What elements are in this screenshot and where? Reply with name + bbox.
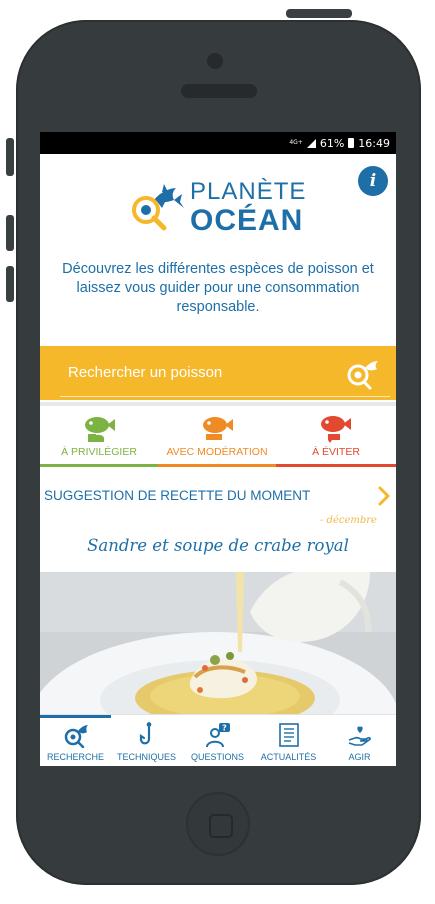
- search-underline: [60, 396, 390, 397]
- nav-agir[interactable]: AGIR: [324, 715, 396, 766]
- section-divider: [40, 402, 396, 406]
- brand-line-1: PLANÈTE: [190, 178, 307, 205]
- search-fish-icon: [347, 361, 378, 390]
- question-person-icon: ?: [206, 723, 230, 748]
- front-camera: [207, 53, 223, 69]
- category-label: À PRIVILÉGIER: [61, 446, 137, 458]
- fish-thumbs-down-icon: [321, 416, 351, 443]
- planete-ocean-logo-icon: [132, 184, 184, 231]
- category-privilegier[interactable]: À PRIVILÉGIER: [40, 408, 158, 468]
- clock: 16:49: [358, 136, 390, 150]
- app-screen: 4G+ 61% 16:49 i PLANÈTE OCÉAN Découvrez …: [40, 132, 396, 766]
- recipe-photo[interactable]: [40, 572, 396, 714]
- chevron-right-icon[interactable]: [376, 486, 392, 506]
- home-button-icon: [209, 814, 233, 838]
- battery-percentage: 61%: [319, 136, 345, 150]
- search-bar[interactable]: Rechercher un poisson: [40, 346, 396, 400]
- suggestion-date: - décembre: [320, 515, 377, 526]
- nav-label: AGIR: [348, 752, 371, 762]
- volume-up-button: [6, 215, 14, 251]
- category-label: AVEC MODÉRATION: [166, 446, 268, 458]
- volume-down-button: [6, 266, 14, 302]
- nav-questions[interactable]: ? QUESTIONS: [182, 715, 253, 766]
- news-icon: [279, 723, 299, 747]
- fish-thumbs-up-icon: [85, 417, 115, 442]
- battery-icon: [348, 138, 355, 148]
- network-indicator: 4G+: [289, 139, 303, 146]
- category-underline: [158, 464, 276, 467]
- search-fish-icon: [64, 725, 88, 748]
- fish-so-so-icon: [203, 417, 233, 440]
- signal-icon: [306, 138, 316, 148]
- earpiece-speaker: [181, 84, 257, 98]
- brand-line-2: OCÉAN: [190, 204, 304, 237]
- nav-actualites[interactable]: ACTUALITÉS: [253, 715, 324, 766]
- hand-heart-icon: [348, 726, 371, 746]
- nav-techniques[interactable]: TECHNIQUES: [111, 715, 182, 766]
- category-label: À ÉVITER: [312, 446, 360, 458]
- category-underline: [276, 464, 396, 467]
- search-placeholder: Rechercher un poisson: [68, 364, 223, 381]
- power-button: [286, 9, 352, 18]
- category-underline: [40, 464, 158, 467]
- tagline: Découvrez les différentes espèces de poi…: [62, 261, 374, 315]
- nav-recherche[interactable]: RECHERCHE: [40, 715, 111, 766]
- info-button[interactable]: i: [358, 166, 388, 196]
- recipe-title[interactable]: Sandre et soupe de crabe royal: [40, 536, 396, 555]
- suggestion-heading[interactable]: SUGGESTION DE RECETTE DU MOMENT: [44, 488, 310, 503]
- bottom-navigation: RECHERCHE TECHNIQUES ? QUESTIONS ACTUALI…: [40, 714, 396, 766]
- category-eviter[interactable]: À ÉVITER: [276, 408, 396, 468]
- svg-text:?: ?: [222, 724, 227, 733]
- status-bar: 4G+ 61% 16:49: [40, 132, 396, 154]
- mute-switch: [6, 138, 14, 176]
- fishhook-icon: [139, 722, 152, 745]
- category-moderation[interactable]: AVEC MODÉRATION: [158, 408, 276, 468]
